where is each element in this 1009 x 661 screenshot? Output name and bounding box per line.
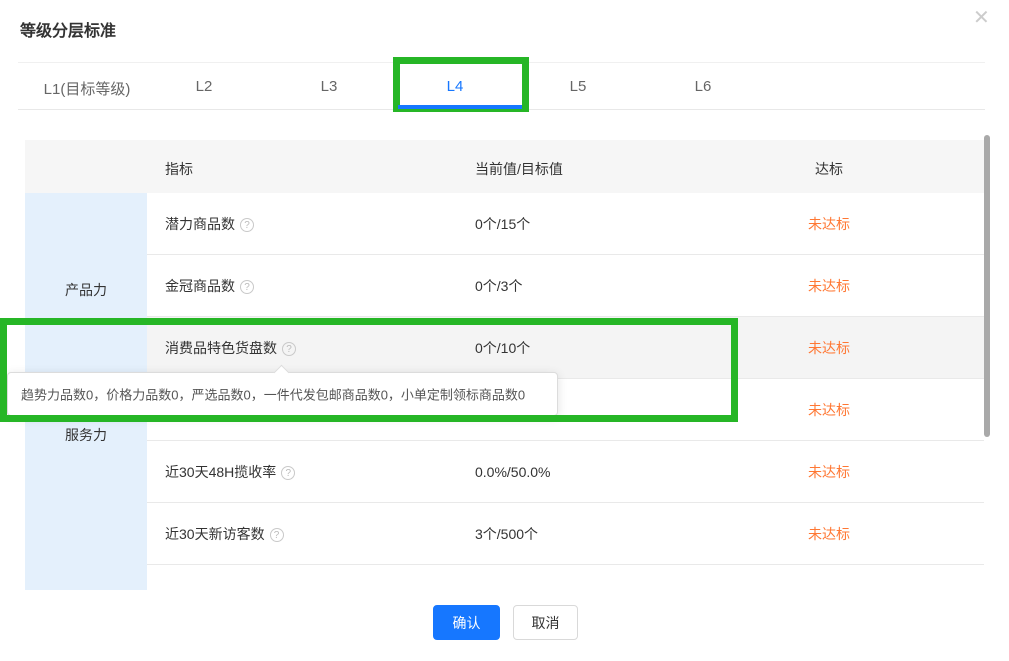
col-header-reached: 达标 (815, 159, 843, 179)
current-target-value: 0个/10个 (475, 338, 530, 358)
status-badge: 未达标 (808, 462, 850, 482)
current-target-value: 0.0%/50.0% (475, 464, 551, 480)
group-label-service-power: 服务力 (25, 425, 147, 445)
group-label-product-power: 产品力 (25, 280, 147, 300)
status-badge: 未达标 (808, 338, 850, 358)
level-standard-dialog: 等级分层标准 ✕ L1(目标等级) L2 L3 L4 L5 L6 指标 当前值/目标值 达… (0, 0, 1009, 661)
indicator-name: 消费品特色货盘数? (165, 338, 296, 358)
status-badge: 未达标 (808, 276, 850, 296)
col-header-indicator: 指标 (165, 159, 193, 179)
table-row: 消费品特色货盘数? 0个/10个 未达标 (147, 317, 984, 379)
status-badge: 未达标 (808, 400, 850, 420)
table-row: 近30天48H揽收率? 0.0%/50.0% 未达标 (147, 441, 984, 503)
tab-l2[interactable]: L2 (196, 78, 213, 95)
help-icon[interactable]: ? (281, 466, 295, 480)
tooltip: 趋势力品数0，价格力品数0，严选品数0，一件代发包邮商品数0，小单定制领标商品数… (7, 372, 558, 416)
tab-l6[interactable]: L6 (695, 78, 712, 95)
current-target-value: 0个/15个 (475, 214, 530, 234)
vertical-scrollbar-thumb[interactable] (984, 135, 990, 437)
tab-l4[interactable]: L4 (447, 78, 464, 95)
help-icon[interactable]: ? (282, 342, 296, 356)
tabbar-bottom-border (18, 109, 985, 110)
status-badge: 未达标 (808, 524, 850, 544)
tabbar-top-border (18, 62, 985, 63)
col-header-current-target: 当前值/目标值 (475, 159, 563, 179)
active-tab-underline (398, 105, 522, 109)
dialog-title: 等级分层标准 (20, 17, 116, 41)
indicator-name: 潜力商品数? (165, 214, 254, 234)
tab-l3[interactable]: L3 (321, 78, 338, 95)
status-badge: 未达标 (808, 214, 850, 234)
indicator-name: 近30天新访客数? (165, 524, 284, 544)
confirm-button[interactable]: 确认 (433, 605, 500, 640)
tab-l5[interactable]: L5 (570, 78, 587, 95)
current-target-value: 3个/500个 (475, 524, 538, 544)
help-icon[interactable]: ? (270, 528, 284, 542)
tab-l1[interactable]: L1(目标等级) (44, 78, 131, 99)
help-icon[interactable]: ? (240, 280, 254, 294)
close-icon[interactable]: ✕ (973, 8, 990, 28)
cancel-button[interactable]: 取消 (513, 605, 578, 640)
help-icon[interactable]: ? (240, 218, 254, 232)
table-row: 近30天新访客数? 3个/500个 未达标 (147, 503, 984, 565)
indicator-name: 金冠商品数? (165, 276, 254, 296)
table-row: 潜力商品数? 0个/15个 未达标 (147, 193, 984, 255)
tooltip-text: 趋势力品数0，价格力品数0，严选品数0，一件代发包邮商品数0，小单定制领标商品数… (21, 385, 525, 404)
table-row: 金冠商品数? 0个/3个 未达标 (147, 255, 984, 317)
indicator-name: 近30天48H揽收率? (165, 462, 295, 482)
current-target-value: 0个/3个 (475, 276, 522, 296)
